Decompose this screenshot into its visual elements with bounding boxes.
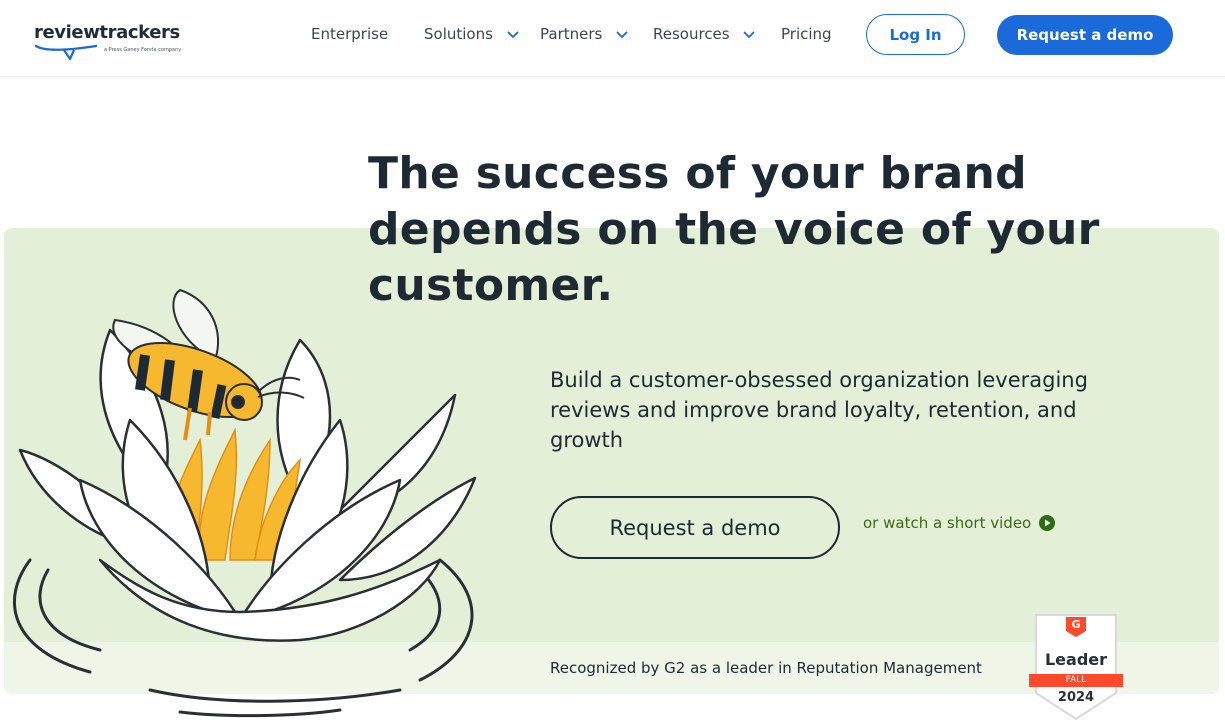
nav-resources-label: Resources (653, 25, 730, 43)
watch-video-label: or watch a short video (863, 514, 1032, 532)
nav-solutions-label: Solutions (424, 25, 493, 43)
g2-leader-badge: G Leader FALL 2024 (1028, 613, 1124, 721)
landing-page: reviewtrackers a Press Ganey Forsta comp… (0, 0, 1225, 727)
logo-wordmark: reviewtrackers (34, 22, 180, 43)
reviewtrackers-logo[interactable]: reviewtrackers a Press Ganey Forsta comp… (34, 22, 184, 62)
nav-resources[interactable]: Resources (653, 24, 755, 44)
hero-headline: The success of your brand depends on the… (368, 148, 1100, 311)
nav-pricing-label: Pricing (781, 25, 832, 43)
logo-tagline: a Press Ganey Forsta company (104, 47, 182, 53)
chevron-down-icon (616, 31, 628, 38)
badge-season: FALL (1065, 675, 1087, 685)
request-demo-header-button[interactable]: Request a demo (997, 15, 1173, 55)
logo-swoosh-icon (34, 44, 98, 61)
nav-enterprise[interactable]: Enterprise (311, 24, 388, 44)
badge-title: Leader (1044, 650, 1108, 669)
nav-pricing[interactable]: Pricing (781, 24, 832, 44)
nav-enterprise-label: Enterprise (311, 25, 389, 43)
nav-partners-label: Partners (540, 25, 603, 43)
hero-subtext: Build a customer-obsessed organization l… (550, 368, 1088, 452)
nav-solutions[interactable]: Solutions (424, 24, 519, 44)
nav-partners[interactable]: Partners (540, 24, 628, 44)
chevron-down-icon (743, 31, 755, 38)
play-circle-icon (1039, 515, 1056, 531)
g2-recognition-text: Recognized by G2 as a leader in Reputati… (550, 659, 982, 677)
login-button[interactable]: Log In (866, 14, 965, 55)
site-header: reviewtrackers a Press Ganey Forsta comp… (0, 0, 1225, 77)
chevron-down-icon (507, 31, 519, 38)
request-demo-hero-button[interactable]: Request a demo (550, 496, 840, 559)
badge-year: 2024 (1057, 690, 1095, 705)
watch-video-link[interactable]: or watch a short video (863, 513, 1056, 533)
g2-logo-letter: G (1071, 618, 1081, 631)
bee-lily-illustration (13, 288, 477, 718)
